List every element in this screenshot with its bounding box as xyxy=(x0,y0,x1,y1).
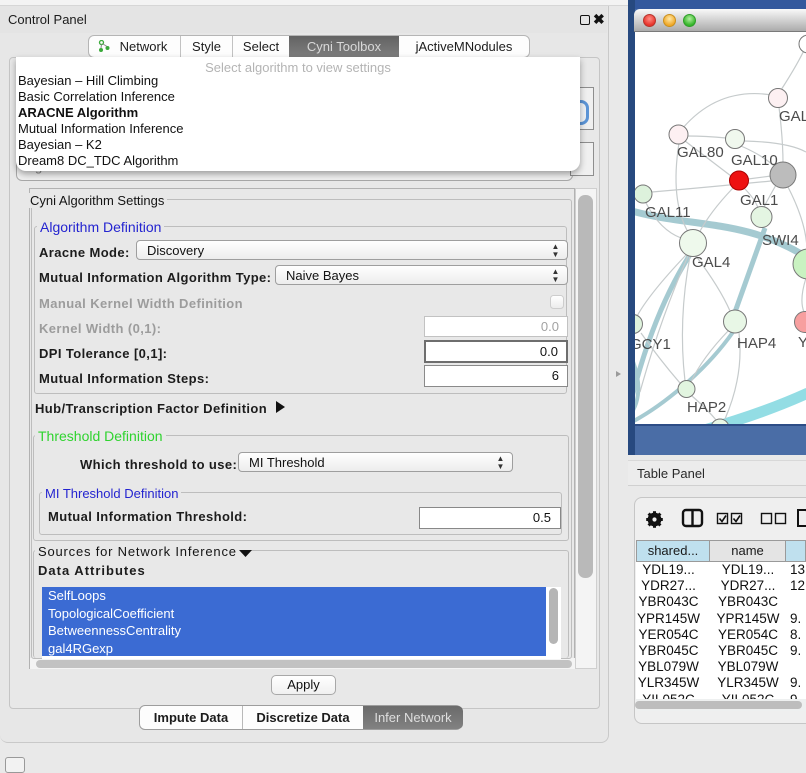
svg-text:GCY1: GCY1 xyxy=(635,336,671,353)
svg-text:Y: Y xyxy=(798,334,806,351)
svg-text:GAL10: GAL10 xyxy=(731,152,778,169)
svg-text:GAL80: GAL80 xyxy=(677,144,724,161)
svg-text:GAL4: GAL4 xyxy=(692,254,730,271)
svg-text:GAL: GAL xyxy=(779,108,806,125)
svg-text:HAP4: HAP4 xyxy=(737,335,776,352)
svg-text:GAL1: GAL1 xyxy=(740,192,778,209)
svg-text:HAP2: HAP2 xyxy=(687,399,726,416)
svg-text:SWI4: SWI4 xyxy=(762,232,799,249)
svg-text:GAL11: GAL11 xyxy=(645,204,691,221)
